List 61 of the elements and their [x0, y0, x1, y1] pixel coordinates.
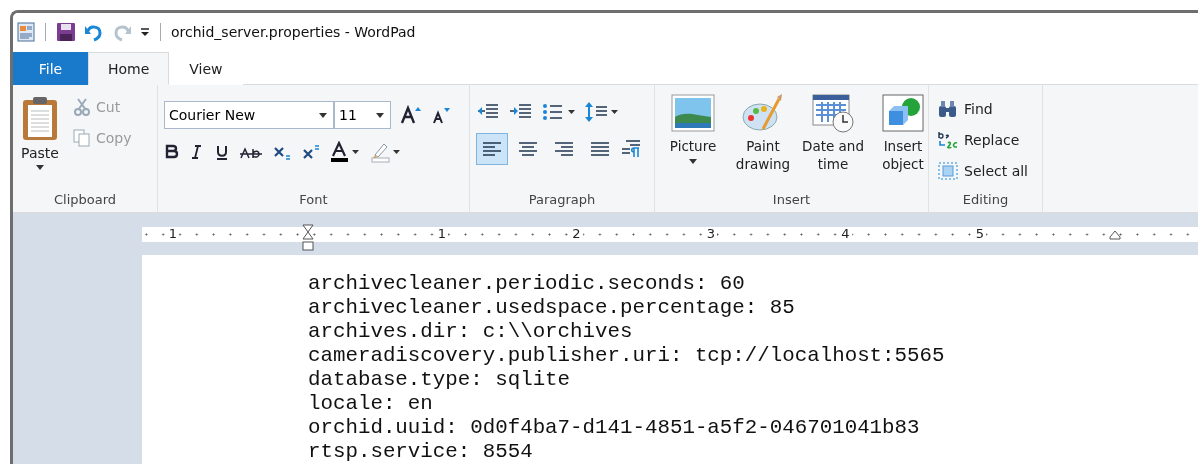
indent-marker-icon[interactable] [302, 224, 314, 252]
align-left-button[interactable] [476, 133, 508, 165]
document-text-line: archives.dir: c:\\orchives [308, 320, 634, 344]
document-text-line: cameradiscovery.publisher.uri: tcp://localhost:5565 [308, 344, 946, 368]
document-text-line: rtsp.service: 8554 [308, 440, 534, 464]
font-size-field[interactable]: 11 [334, 101, 391, 129]
object-button[interactable]: Insert object [871, 91, 935, 192]
bullet-list-icon[interactable] [542, 102, 576, 122]
picture-button[interactable]: Picture [661, 91, 725, 192]
highlight-icon[interactable] [371, 141, 403, 163]
copy-icon [73, 128, 91, 147]
customize-menu-icon[interactable] [140, 26, 150, 37]
paint-button[interactable]: Paint drawing [731, 91, 795, 192]
save-icon[interactable] [56, 21, 76, 42]
scissors-icon [73, 97, 91, 116]
selectall-button[interactable]: Select all [933, 155, 1038, 186]
group-label: Font [298, 192, 329, 209]
document-text-line: database.type: sqlite [308, 368, 572, 392]
replace-icon [937, 129, 959, 150]
right-indent-marker-icon[interactable] [1109, 230, 1121, 240]
shrink-font-icon[interactable] [431, 105, 451, 125]
align-center-icon [518, 141, 538, 157]
caret-icon [689, 159, 697, 164]
caret-icon [36, 165, 44, 170]
replace-button[interactable]: Replace [933, 124, 1038, 155]
font-name-field[interactable]: Courier New [164, 101, 334, 129]
document-page[interactable] [142, 255, 1198, 464]
window-title: orchid_server.properties - WordPad [171, 23, 416, 40]
superscript-icon[interactable] [301, 143, 321, 161]
landscape-icon [671, 93, 715, 133]
ribbon-tab[interactable]: Home [88, 52, 170, 85]
paragraph-icon[interactable] [620, 139, 642, 159]
wordpad-icon[interactable] [17, 21, 35, 42]
ruler[interactable]: 1 1 2 3 4 5 [142, 226, 1198, 242]
group-label: Paragraph [527, 192, 597, 209]
binoculars-icon [937, 99, 959, 118]
paste-button[interactable]: Paste [17, 91, 63, 177]
clipboard-icon [21, 95, 59, 141]
calendar-clock-icon [811, 93, 855, 133]
document-text-line: locale: en [308, 392, 434, 416]
align-right-icon [554, 141, 574, 157]
group-label: Insert [771, 192, 812, 209]
bold-icon[interactable] [164, 143, 180, 161]
underline-icon[interactable] [214, 143, 230, 161]
align-justify-icon [590, 141, 610, 157]
group-label: Editing [961, 192, 1010, 209]
select-all-icon [937, 160, 959, 181]
font-color-icon[interactable] [330, 141, 362, 163]
caret-icon [319, 112, 327, 118]
datetime-button[interactable]: Date and time [801, 91, 865, 192]
caret-icon [376, 112, 384, 118]
find-button[interactable]: Find [933, 93, 1038, 124]
document-text-line: archivecleaner.periodic.seconds: 60 [308, 272, 746, 296]
palette-icon [741, 93, 785, 133]
grow-font-icon[interactable] [400, 105, 422, 125]
document-text-line: orchid.uuid: 0d0f4ba7-d141-4851-a5f2-046701041b83 [308, 416, 921, 440]
group-label: Clipboard [52, 192, 118, 209]
ribbon-tab[interactable]: File [13, 52, 88, 85]
line-spacing-icon[interactable] [585, 101, 619, 123]
align-left-icon [482, 141, 502, 157]
document-text-line: archivecleaner.usedspace.percentage: 85 [308, 296, 796, 320]
